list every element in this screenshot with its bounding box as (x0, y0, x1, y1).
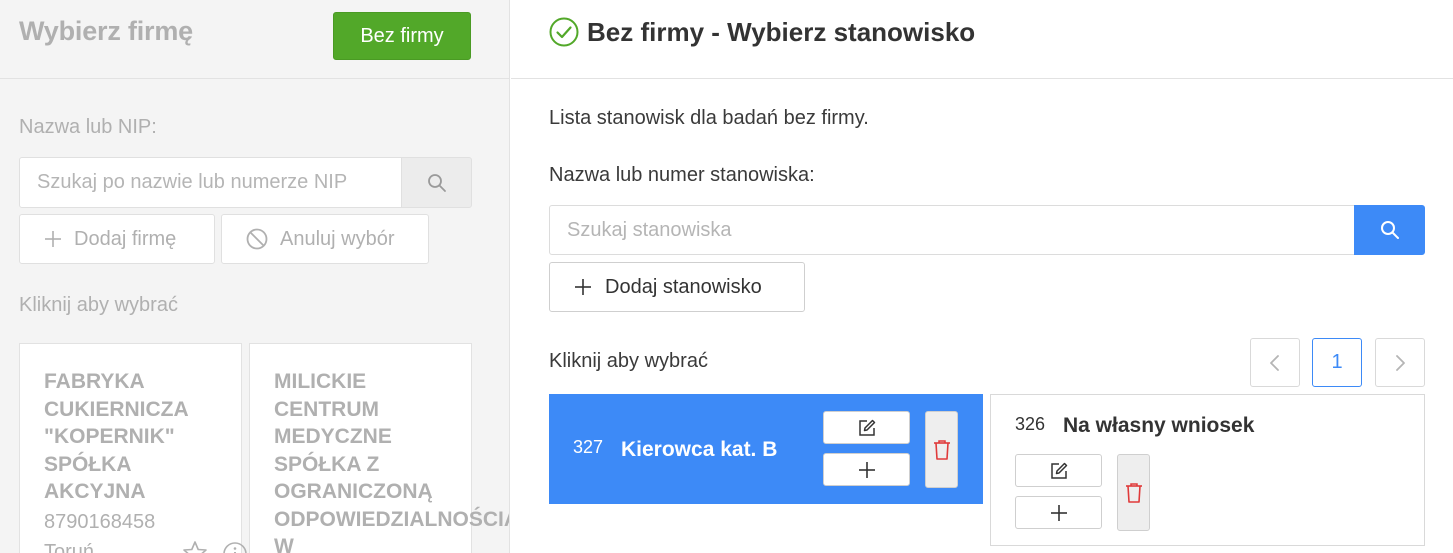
company-nip: 8790168458 (44, 511, 156, 533)
company-card[interactable]: MILICKIE CENTRUM MEDYCZNE SPÓŁKA Z OGRAN… (249, 343, 510, 553)
plus-icon (44, 230, 62, 248)
delete-position-button[interactable] (1117, 454, 1150, 531)
company-search-input[interactable] (19, 157, 402, 208)
position-number: 327 (573, 437, 604, 457)
add-company-button[interactable]: Dodaj firmę (19, 214, 215, 264)
company-search-label: Nazwa lub NIP: (19, 116, 157, 138)
company-panel-title: Wybierz firmę (19, 16, 193, 46)
position-number: 326 (1015, 414, 1046, 434)
trash-icon (1125, 482, 1143, 504)
chevron-left-icon (1268, 354, 1282, 372)
position-card[interactable]: 326 Na własny wniosek (990, 394, 1425, 546)
star-icon[interactable] (182, 540, 208, 553)
position-name: Na własny wniosek (1063, 414, 1255, 437)
add-position-label: Dodaj stanowisko (605, 275, 762, 298)
info-icon[interactable] (222, 541, 248, 553)
add-company-label: Dodaj firmę (74, 227, 177, 250)
company-panel-header: Wybierz firmę Bez firmy (0, 0, 509, 79)
plus-icon (858, 461, 876, 479)
search-icon (1380, 220, 1400, 240)
check-circle-icon (549, 17, 579, 47)
position-click-hint: Kliknij aby wybrać (549, 350, 708, 372)
position-panel-header: Bez firmy - Wybierz stanowisko (511, 0, 1453, 79)
edit-position-button[interactable] (1015, 454, 1102, 487)
search-icon (427, 173, 447, 193)
pagination-page-button[interactable]: 1 (1312, 338, 1362, 387)
position-list-description: Lista stanowisk dla badań bez firmy. (549, 107, 869, 129)
delete-position-button[interactable] (925, 411, 958, 488)
position-search-input[interactable] (549, 205, 1355, 255)
position-name: Kierowca kat. B (621, 438, 778, 461)
company-panel: Wybierz firmę Bez firmy Nazwa lub NIP: D… (0, 0, 510, 553)
edit-position-button[interactable] (823, 411, 910, 444)
add-position-item-button[interactable] (1015, 496, 1102, 529)
edit-icon (857, 418, 877, 438)
position-search-label: Nazwa lub numer stanowiska: (549, 164, 815, 186)
no-company-button[interactable]: Bez firmy (333, 12, 471, 60)
chevron-right-icon (1393, 354, 1407, 372)
company-card[interactable]: FABRYKA CUKIERNICZA "KOPERNIK" SPÓŁKA AK… (19, 343, 247, 553)
cancel-selection-button[interactable]: Anuluj wybór (221, 214, 429, 264)
pagination-prev-button[interactable] (1250, 338, 1300, 387)
position-search-button[interactable] (1354, 205, 1425, 255)
position-panel-title: Bez firmy - Wybierz stanowisko (587, 17, 976, 47)
position-card-selected[interactable]: 327 Kierowca kat. B (549, 394, 983, 504)
add-position-button[interactable]: Dodaj stanowisko (549, 262, 805, 312)
add-position-item-button[interactable] (823, 453, 910, 486)
company-name: MILICKIE CENTRUM MEDYCZNE SPÓŁKA Z OGRAN… (274, 370, 510, 553)
company-name: FABRYKA CUKIERNICZA "KOPERNIK" SPÓŁKA AK… (44, 370, 188, 503)
edit-icon (1049, 461, 1069, 481)
company-search-button[interactable] (401, 157, 472, 208)
trash-icon (933, 439, 951, 461)
pagination-next-button[interactable] (1375, 338, 1425, 387)
company-click-hint: Kliknij aby wybrać (19, 294, 178, 316)
plus-icon (574, 278, 592, 296)
cancel-selection-label: Anuluj wybór (280, 227, 395, 250)
ban-icon (246, 228, 268, 250)
company-city: Toruń (44, 541, 95, 553)
plus-icon (1050, 504, 1068, 522)
